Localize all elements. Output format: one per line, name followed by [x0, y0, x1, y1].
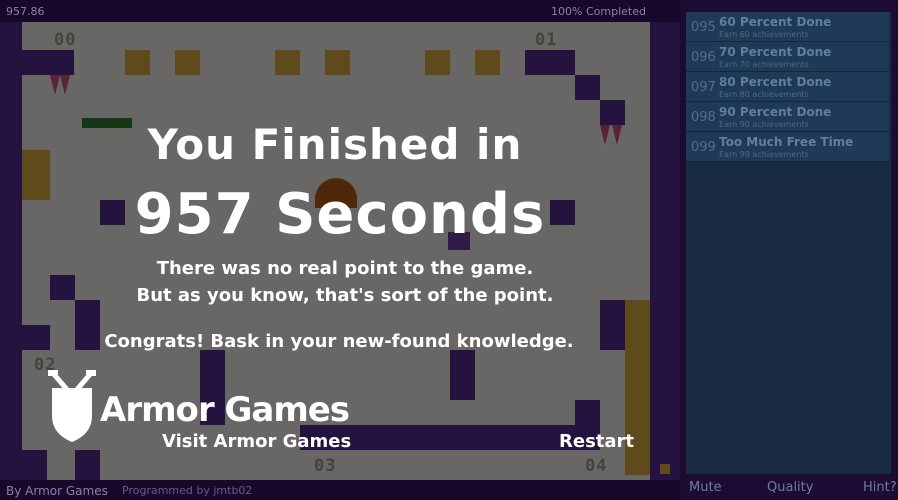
achievement-number: 095 — [691, 20, 716, 35]
visit-armor-games-link[interactable]: Visit Armor Games — [162, 431, 351, 452]
achievement-description: Earn 80 achievements — [719, 90, 809, 99]
quality-button[interactable]: Quality — [767, 480, 813, 495]
restart-button[interactable]: Restart — [559, 431, 634, 452]
achievement-title: 70 Percent Done — [719, 45, 832, 59]
shield-swords-icon — [48, 370, 96, 442]
message-line: But as you know, that's sort of the poin… — [136, 285, 554, 306]
mute-button[interactable]: Mute — [689, 480, 722, 495]
finished-heading: You Finished in — [147, 120, 523, 169]
achievement-description: Earn 99 achievements — [719, 150, 809, 159]
congrats-message: Congrats! Bask in your new-found knowled… — [104, 331, 574, 352]
achievement-title: 60 Percent Done — [719, 15, 832, 29]
achievement-number: 096 — [691, 50, 716, 65]
achievement-item: 096 70 Percent Done Earn 70 achievements — [686, 42, 889, 72]
armor-games-logo-text: Armor Games — [100, 390, 350, 430]
achievement-item: 098 90 Percent Done Earn 90 achievements — [686, 102, 889, 132]
achievement-description: Earn 60 achievements — [719, 30, 809, 39]
achievement-number: 098 — [691, 110, 716, 125]
achievement-title: Too Much Free Time — [719, 135, 854, 149]
achievement-description: Earn 90 achievements — [719, 120, 809, 129]
achievement-item: 097 80 Percent Done Earn 80 achievements — [686, 72, 889, 102]
message-line: There was no real point to the game. — [156, 258, 534, 279]
achievement-number: 097 — [691, 80, 716, 95]
finish-time: 957 Seconds — [134, 182, 546, 247]
achievement-title: 90 Percent Done — [719, 105, 832, 119]
achievement-item: 095 60 Percent Done Earn 60 achievements — [686, 12, 889, 42]
hint-button[interactable]: Hint? — [863, 480, 897, 495]
completion-screen: You Finished in 957 Seconds There was no… — [0, 0, 680, 500]
achievements-list[interactable]: 095 60 Percent Done Earn 60 achievements… — [686, 12, 891, 474]
achievement-description: Earn 70 achievements — [719, 60, 809, 69]
achievement-item: 099 Too Much Free Time Earn 99 achieveme… — [686, 132, 889, 162]
achievement-number: 099 — [691, 140, 716, 155]
achievement-title: 80 Percent Done — [719, 75, 832, 89]
